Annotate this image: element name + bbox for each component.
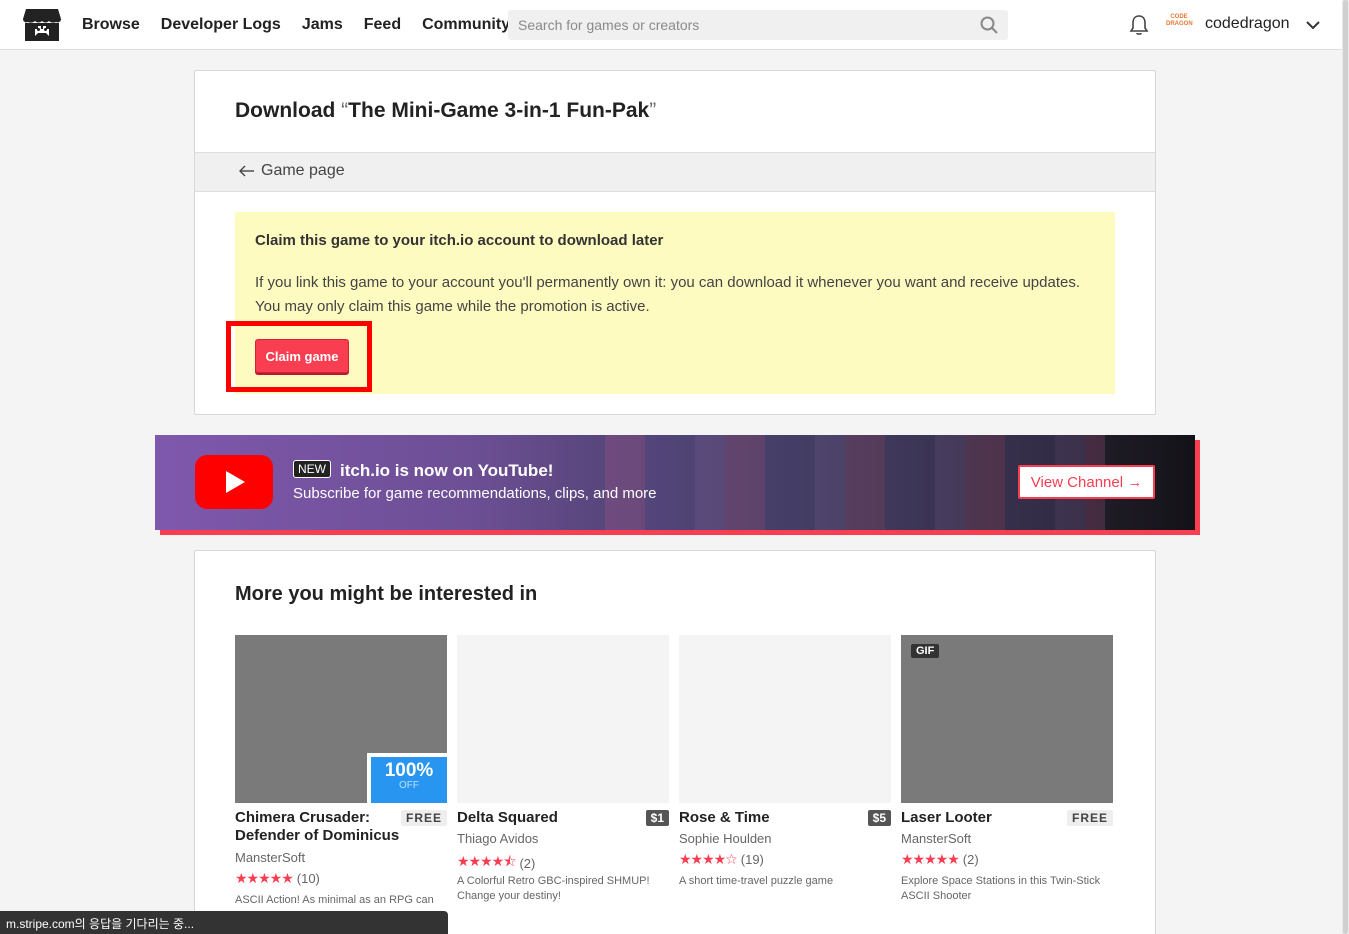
- rating-stars-icon: ★★★★⯪: [457, 853, 516, 869]
- game-rating: ★★★★⯪ (2): [457, 851, 535, 875]
- game-author[interactable]: MansterSoft: [235, 850, 305, 865]
- game-description: Explore Space Stations in this Twin-Stic…: [901, 875, 1101, 902]
- sale-percent: 100%: [384, 760, 434, 781]
- sale-badge: 100% OFF: [367, 753, 447, 803]
- yt-headline: itch.io is now on YouTube!: [340, 461, 554, 480]
- nav-developer-logs[interactable]: Developer Logs: [161, 16, 281, 34]
- claim-title: Claim this game to your itch.io account …: [255, 232, 664, 249]
- title-close-quote: ”: [649, 99, 657, 122]
- game-thumbnail[interactable]: [457, 635, 669, 803]
- game-thumbnail[interactable]: GIF: [901, 635, 1113, 803]
- notification-bell-icon[interactable]: [1128, 14, 1150, 36]
- scrollbar-thumb[interactable]: [1343, 0, 1348, 934]
- recs-title: More you might be interested in: [235, 583, 538, 605]
- search-box: [508, 10, 1008, 40]
- search-input[interactable]: [508, 10, 1008, 40]
- game-page-label: Game page: [261, 162, 345, 179]
- game-card[interactable]: Delta Squared $1 Thiago Avidos ★★★★⯪ (2)…: [457, 635, 669, 902]
- youtube-banner[interactable]: NEW itch.io is now on YouTube! Subscribe…: [155, 435, 1195, 530]
- game-title[interactable]: Delta Squared: [457, 809, 622, 827]
- itchio-logo-icon[interactable]: [22, 7, 62, 43]
- new-badge: NEW: [293, 460, 331, 478]
- price-tag: $5: [867, 810, 891, 826]
- game-rating: ★★★★★ (10): [235, 870, 320, 887]
- top-header: Browse Developer Logs Jams Feed Communit…: [0, 0, 1349, 50]
- chevron-down-icon[interactable]: [1305, 18, 1321, 32]
- yt-subtitle: Subscribe for game recommendations, clip…: [293, 485, 657, 502]
- game-name: The Mini-Game 3-in-1 Fun-Pak: [348, 99, 650, 122]
- nav-browse[interactable]: Browse: [82, 16, 140, 34]
- view-channel-button[interactable]: View Channel →: [1018, 465, 1155, 499]
- price-tag: $1: [645, 810, 669, 826]
- claim-game-button[interactable]: Claim game: [255, 339, 349, 373]
- price-tag: FREE: [400, 810, 447, 826]
- game-author[interactable]: MansterSoft: [901, 831, 971, 846]
- game-title[interactable]: Chimera Crusader: Defender of Dominicus: [235, 809, 400, 845]
- game-card[interactable]: 100% OFF Chimera Crusader: Defender of D…: [235, 635, 447, 906]
- game-title[interactable]: Laser Looter: [901, 809, 1066, 827]
- nav-community[interactable]: Community: [422, 16, 510, 34]
- game-thumbnail[interactable]: 100% OFF: [235, 635, 447, 803]
- game-author[interactable]: Thiago Avidos: [457, 831, 538, 846]
- game-rating: ★★★★☆ (19): [679, 851, 764, 868]
- game-title[interactable]: Rose & Time: [679, 809, 844, 827]
- avatar[interactable]: CODE DRAGON: [1166, 14, 1193, 36]
- game-description: ASCII Action! As minimal as an RPG can: [235, 894, 434, 906]
- browser-status-bar: m.stripe.com의 응답을 기다리는 중...: [0, 911, 448, 934]
- price-tag: FREE: [1066, 810, 1113, 826]
- claim-text: If you link this game to your account yo…: [255, 274, 1080, 315]
- main-nav: Browse Developer Logs Jams Feed Communit…: [82, 0, 531, 50]
- rating-stars-icon: ★★★★★: [901, 851, 960, 867]
- game-page-link[interactable]: Game page: [239, 162, 345, 180]
- sale-off-label: OFF: [399, 780, 419, 791]
- nav-jams[interactable]: Jams: [302, 16, 343, 34]
- rating-stars-icon: ★★★★★: [235, 870, 294, 886]
- game-card[interactable]: GIF Laser Looter FREE MansterSoft ★★★★★ …: [901, 635, 1113, 902]
- search-icon[interactable]: [980, 16, 998, 34]
- title-prefix: Download: [235, 99, 342, 122]
- game-description: A short time-travel puzzle game: [679, 875, 834, 887]
- rating-stars-icon: ★★★★☆: [679, 851, 738, 867]
- youtube-logo-icon: [195, 455, 273, 509]
- gif-badge: GIF: [911, 644, 940, 658]
- panel-subbar: Game page: [195, 152, 1155, 192]
- game-thumbnail[interactable]: [679, 635, 891, 803]
- rating-count: (10): [296, 871, 320, 886]
- rating-count: (2): [519, 855, 536, 871]
- game-author[interactable]: Sophie Houlden: [679, 831, 772, 846]
- page-title: Download “The Mini-Game 3-in-1 Fun-Pak”: [235, 99, 656, 123]
- rating-count: (2): [962, 852, 979, 867]
- game-description: A Colorful Retro GBC-inspired SHMUP! Cha…: [457, 875, 650, 902]
- rating-count: (19): [740, 852, 764, 867]
- username[interactable]: codedragon: [1205, 15, 1290, 33]
- arrow-left-icon: [239, 165, 254, 177]
- game-card[interactable]: Rose & Time $5 Sophie Houlden ★★★★☆ (19)…: [679, 635, 891, 887]
- nav-feed[interactable]: Feed: [364, 16, 401, 34]
- game-rating: ★★★★★ (2): [901, 851, 979, 868]
- recommendations-panel: More you might be interested in 100% OFF…: [194, 550, 1156, 934]
